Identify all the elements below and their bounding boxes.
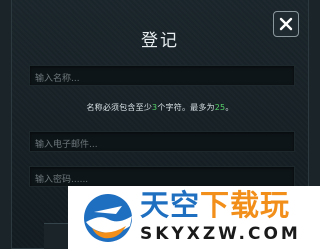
password-field[interactable] bbox=[29, 166, 295, 190]
hint-max-count: 25 bbox=[214, 103, 226, 112]
watermark-domain: SKYXZW.COM bbox=[140, 224, 301, 244]
watermark-logo bbox=[84, 194, 132, 242]
hint-text-1: 名称必须包含至少 bbox=[86, 103, 153, 112]
email-input[interactable] bbox=[30, 135, 294, 155]
game-screen: 登记 名称必须包含至少3个字符。最多为25。 天空下载玩 bbox=[0, 0, 320, 249]
close-button[interactable] bbox=[273, 11, 299, 37]
watermark: 天空下载玩 SKYXZW.COM bbox=[68, 186, 320, 249]
name-input[interactable] bbox=[30, 69, 294, 89]
close-icon bbox=[279, 17, 293, 31]
watermark-title: 天空下载玩 bbox=[140, 188, 290, 222]
name-field[interactable] bbox=[29, 65, 295, 89]
hint-text-2: 个字符。最多为 bbox=[157, 103, 215, 112]
watermark-title-main: 天空 bbox=[140, 188, 201, 222]
email-field[interactable] bbox=[29, 131, 295, 155]
hint-text-3: 。 bbox=[225, 103, 234, 112]
dialog-title: 登记 bbox=[141, 31, 179, 51]
name-requirement-hint: 名称必须包含至少3个字符。最多为25。 bbox=[12, 102, 308, 113]
watermark-title-sub: 下载玩 bbox=[200, 188, 291, 222]
